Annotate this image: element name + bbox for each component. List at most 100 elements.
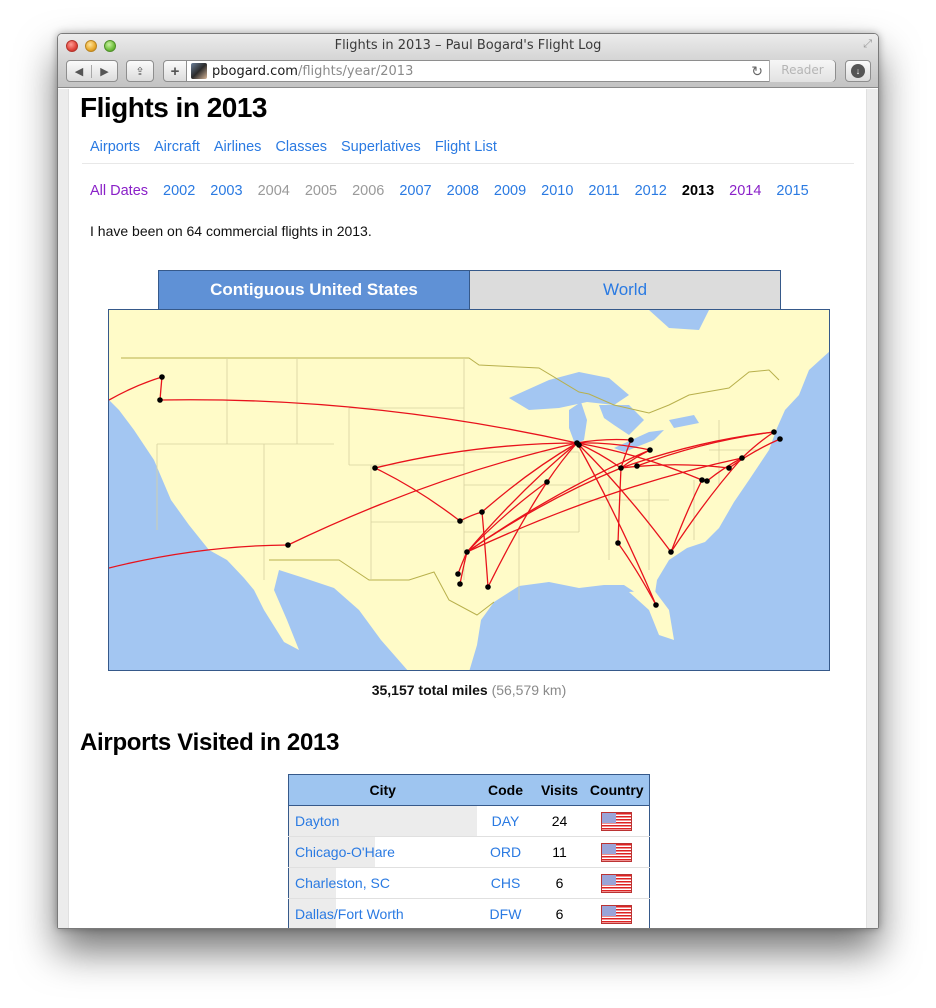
airport-marker-dtw[interactable] <box>628 437 634 443</box>
us-flag-icon <box>601 904 633 924</box>
year-link-2011[interactable]: 2011 <box>588 183 619 199</box>
year-link-2009[interactable]: 2009 <box>494 183 526 199</box>
airport-marker-phl[interactable] <box>726 465 732 471</box>
airport-marker-mco[interactable] <box>653 602 659 608</box>
nav-divider <box>82 163 854 164</box>
airport-marker-iad[interactable] <box>699 477 705 483</box>
year-link-2005[interactable]: 2005 <box>305 183 337 199</box>
url-host: pbogard.com <box>212 64 298 79</box>
city-link[interactable]: Charleston, SC <box>295 875 390 891</box>
left-gutter <box>58 89 69 928</box>
code-link[interactable]: DAY <box>476 805 535 837</box>
nav-classes[interactable]: Classes <box>275 139 327 155</box>
year-link-2003[interactable]: 2003 <box>210 183 242 199</box>
city-cell[interactable]: Charleston, SC <box>288 867 477 899</box>
us-flag-icon <box>601 842 633 862</box>
year-link-2014[interactable]: 2014 <box>729 183 761 199</box>
airport-marker-den[interactable] <box>372 465 378 471</box>
year-link-2010[interactable]: 2010 <box>541 183 573 199</box>
nav-airports[interactable]: Airports <box>90 139 140 155</box>
back-button[interactable]: ◀ <box>67 64 93 78</box>
visits-count: 11 <box>534 836 585 868</box>
code-link[interactable]: CHS <box>476 867 535 899</box>
airport-marker-ewr[interactable] <box>739 455 745 461</box>
airport-marker-pdx[interactable] <box>157 397 163 403</box>
airports-table: City Code Visits Country Dayton DAY 24 Chic… <box>288 774 650 928</box>
country-cell <box>584 867 650 899</box>
city-cell[interactable]: Dayton <box>288 805 477 837</box>
airport-marker-pvd[interactable] <box>777 436 783 442</box>
site-favicon <box>191 63 207 79</box>
table-row: Charleston, SC CHS 6 <box>288 867 650 899</box>
table-header-row: City Code Visits Country <box>288 774 650 806</box>
flight-map[interactable] <box>108 309 830 671</box>
year-link-2006[interactable]: 2006 <box>352 183 384 199</box>
code-link[interactable]: ORD <box>476 836 535 868</box>
col-country[interactable]: Country <box>584 774 650 806</box>
airport-marker-okc[interactable] <box>457 518 463 524</box>
nav-superlatives[interactable]: Superlatives <box>341 139 421 155</box>
share-button[interactable]: ⇪ <box>126 60 154 82</box>
airport-marker-phx[interactable] <box>285 542 291 548</box>
code-link[interactable]: DFW <box>476 898 535 928</box>
scrollbar-track[interactable] <box>866 89 878 928</box>
col-visits[interactable]: Visits <box>534 774 585 806</box>
tab-contiguous-us[interactable]: Contiguous United States <box>159 271 470 309</box>
airport-marker-bwi[interactable] <box>704 478 710 484</box>
plus-icon: + <box>170 62 180 80</box>
city-cell[interactable]: Dallas/Fort Worth <box>288 898 477 928</box>
airports-section-title: Airports Visited in 2013 <box>80 729 340 756</box>
address-bar[interactable]: pbogard.com/flights/year/2013 ↻ Reader <box>186 60 836 82</box>
airport-marker-mdw[interactable] <box>576 442 582 448</box>
airport-marker-atl[interactable] <box>615 540 621 546</box>
table-row: Dayton DAY 24 <box>288 805 650 837</box>
country-cell <box>584 805 650 837</box>
nav-aircraft[interactable]: Aircraft <box>154 139 200 155</box>
add-bookmark-button[interactable]: + <box>163 60 187 82</box>
airport-marker-chs[interactable] <box>668 549 674 555</box>
country-cell <box>584 836 650 868</box>
year-link-2015[interactable]: 2015 <box>776 183 808 199</box>
land-mass <box>109 310 829 670</box>
nav-airlines[interactable]: Airlines <box>214 139 262 155</box>
year-link-2002[interactable]: 2002 <box>163 183 195 199</box>
year-link-all-dates[interactable]: All Dates <box>90 183 148 199</box>
airport-marker-cle[interactable] <box>647 447 653 453</box>
airport-marker-dfw[interactable] <box>464 549 470 555</box>
nav-flight-list[interactable]: Flight List <box>435 139 497 155</box>
tab-world[interactable]: World <box>470 271 780 309</box>
intro-text: I have been on 64 commercial flights in … <box>90 223 372 239</box>
airport-marker-aus[interactable] <box>455 571 461 577</box>
airport-marker-cmh[interactable] <box>634 463 640 469</box>
col-city[interactable]: City <box>288 774 477 806</box>
city-link[interactable]: Dayton <box>295 813 339 829</box>
airport-marker-sat[interactable] <box>457 581 463 587</box>
airport-marker-xna[interactable] <box>479 509 485 515</box>
year-link-2012[interactable]: 2012 <box>635 183 667 199</box>
reload-icon[interactable]: ↻ <box>751 63 763 80</box>
year-link-2004[interactable]: 2004 <box>258 183 290 199</box>
col-code[interactable]: Code <box>476 774 535 806</box>
year-link-2008[interactable]: 2008 <box>447 183 479 199</box>
reader-button[interactable]: Reader <box>769 60 835 82</box>
airport-marker-sea[interactable] <box>159 374 165 380</box>
year-link-2013: 2013 <box>681 183 715 199</box>
downloads-button[interactable]: ↓ <box>845 60 871 82</box>
table-row: Dallas/Fort Worth DFW 6 <box>288 898 650 928</box>
url-text[interactable]: pbogard.com/flights/year/2013 <box>212 64 413 79</box>
forward-button[interactable]: ▶ <box>92 65 117 78</box>
city-link[interactable]: Chicago-O'Hare <box>295 844 395 860</box>
share-icon: ⇪ <box>135 65 145 78</box>
airport-marker-stl[interactable] <box>544 479 550 485</box>
total-km: (56,579 km) <box>491 682 567 698</box>
airport-marker-iah[interactable] <box>485 584 491 590</box>
airport-marker-day[interactable] <box>618 465 624 471</box>
back-forward-buttons: ◀ ▶ <box>66 60 118 82</box>
year-link-2007[interactable]: 2007 <box>399 183 431 199</box>
city-link[interactable]: Dallas/Fort Worth <box>295 906 404 922</box>
year-nav: All Dates 2002 2003 2004 2005 2006 2007 2008 200… <box>90 183 809 199</box>
airport-marker-bos[interactable] <box>771 429 777 435</box>
table-row: Chicago-O'Hare ORD 11 <box>288 836 650 868</box>
city-cell[interactable]: Chicago-O'Hare <box>288 836 477 868</box>
fullscreen-icon[interactable]: ⤢ <box>863 38 872 51</box>
